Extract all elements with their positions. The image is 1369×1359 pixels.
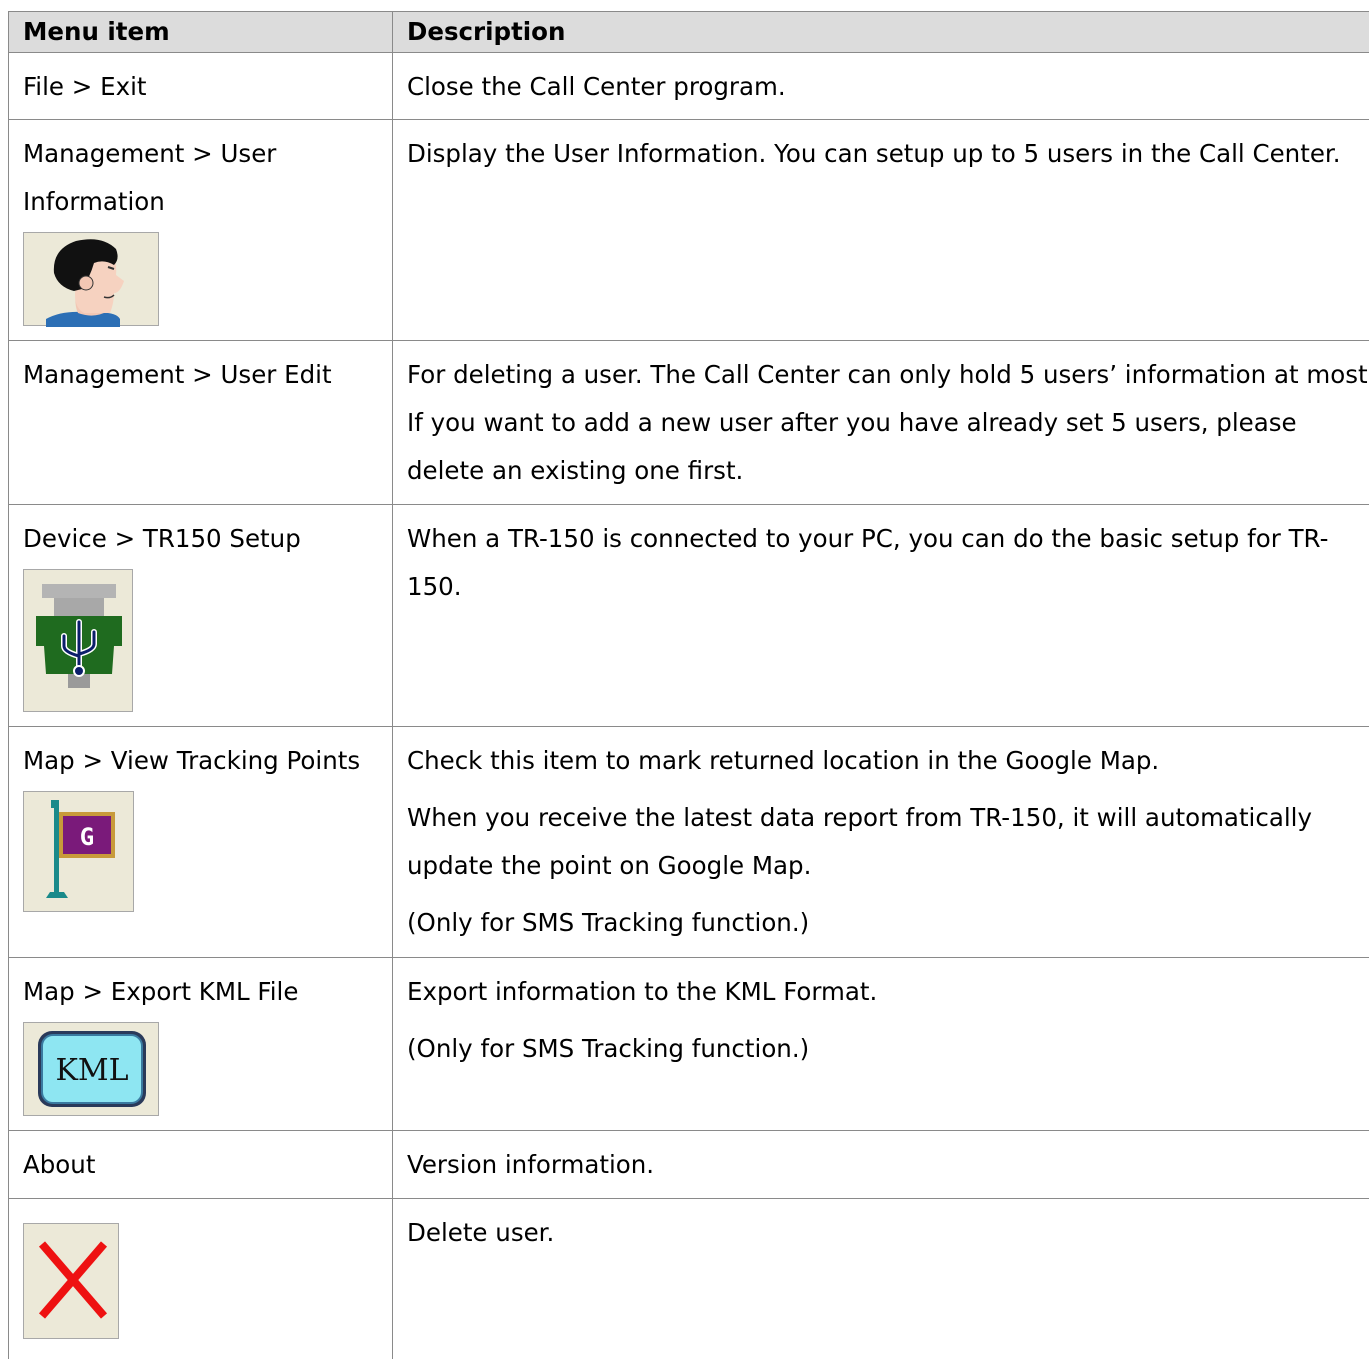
description-cell: Display the User Information. You can se… [393, 120, 1369, 341]
description-cell: When a TR-150 is connected to your PC, y… [393, 505, 1369, 727]
usb-device-icon [23, 569, 133, 712]
table-row: About Version information. [9, 1131, 1369, 1199]
description-text: Delete user. [407, 1209, 1369, 1257]
menu-item-label: Map > Export KML File [23, 977, 298, 1006]
kml-export-icon: KML [23, 1022, 159, 1116]
description-cell: Delete user. [393, 1199, 1369, 1359]
google-map-flag-icon: G [23, 791, 134, 912]
description-text: When you receive the latest data report … [407, 794, 1369, 890]
flag-letter: G [80, 823, 94, 851]
menu-item-label: Management > User Information [23, 130, 353, 226]
menu-item-cell: Device > TR150 Setup [9, 505, 393, 727]
menu-item-label: File > Exit [23, 72, 147, 101]
menu-item-cell [9, 1199, 393, 1359]
menu-item-label: Map > View Tracking Points [23, 746, 360, 775]
description-text: Export information to the KML Format. [407, 968, 1369, 1016]
kml-label: KML [55, 1053, 128, 1088]
menu-item-label: Management > User Edit [23, 360, 332, 389]
menu-item-cell: Map > Export KML File KML [9, 958, 393, 1131]
header-menu-item: Menu item [9, 12, 393, 53]
menu-item-cell: About [9, 1131, 393, 1199]
menu-item-cell: Management > User Information [9, 120, 393, 341]
description-text: Check this item to mark returned locatio… [407, 737, 1369, 785]
menu-item-cell: Map > View Tracking Points G [9, 727, 393, 958]
table-row: Management > User Edit For deleting a us… [9, 341, 1369, 505]
description-cell: For deleting a user. The Call Center can… [393, 341, 1369, 505]
table-row: Delete user. [9, 1199, 1369, 1359]
user-head-icon [23, 232, 159, 326]
description-cell: Export information to the KML Format. (O… [393, 958, 1369, 1131]
table-row: File > Exit Close the Call Center progra… [9, 53, 1369, 120]
description-text: When a TR-150 is connected to your PC, y… [407, 515, 1369, 611]
description-text: (Only for SMS Tracking function.) [407, 1025, 1369, 1073]
table-row: Map > View Tracking Points G Check this … [9, 727, 1369, 958]
description-text: (Only for SMS Tracking function.) [407, 899, 1369, 947]
menu-item-label: Device > TR150 Setup [23, 524, 301, 553]
description-cell: Check this item to mark returned locatio… [393, 727, 1369, 958]
table-header-row: Menu item Description [9, 12, 1369, 53]
table-row: Management > User Information Display th… [9, 120, 1369, 341]
description-text: Version information. [407, 1141, 1369, 1189]
menu-item-label: About [23, 1150, 95, 1179]
menu-item-cell: Management > User Edit [9, 341, 393, 505]
menu-item-cell: File > Exit [9, 53, 393, 120]
description-cell: Close the Call Center program. [393, 53, 1369, 120]
header-description: Description [393, 12, 1369, 53]
description-cell: Version information. [393, 1131, 1369, 1199]
description-text: Close the Call Center program. [407, 63, 1369, 111]
delete-x-icon [23, 1223, 119, 1339]
table-row: Device > TR150 Setup [9, 505, 1369, 727]
menu-items-table: Menu item Description File > Exit Close … [8, 11, 1369, 1359]
description-text: Display the User Information. You can se… [407, 130, 1369, 178]
table-row: Map > Export KML File KML Export informa… [9, 958, 1369, 1131]
description-text: For deleting a user. The Call Center can… [407, 351, 1369, 495]
